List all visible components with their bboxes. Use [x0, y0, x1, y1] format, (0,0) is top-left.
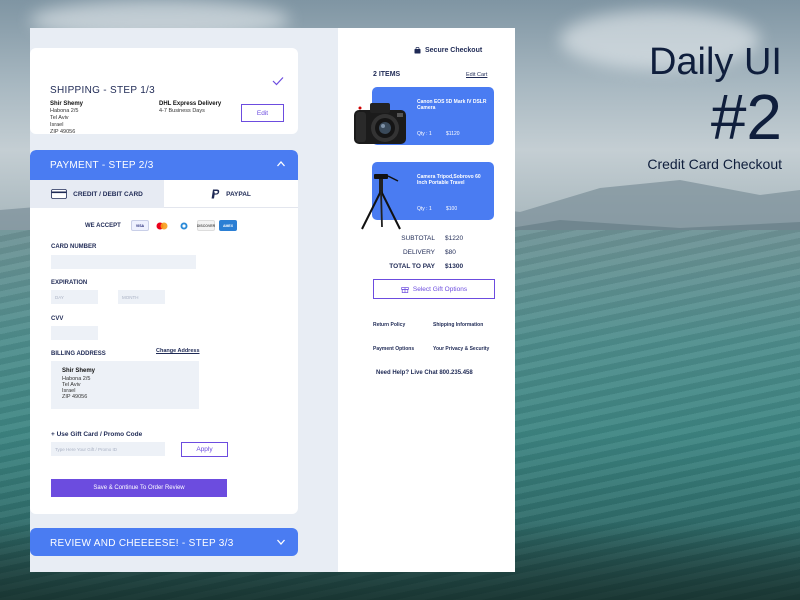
- gift-icon: [401, 287, 409, 293]
- delivery-value: $80: [445, 248, 456, 256]
- item-price: $100: [446, 206, 458, 212]
- cvv-input[interactable]: [51, 326, 98, 340]
- total-label: TOTAL TO PAY: [389, 262, 435, 270]
- review-step-title: REVIEW AND CHEEEESE! - STEP 3/3: [50, 538, 234, 549]
- title-number: #2: [710, 81, 782, 153]
- delivery-row: DELIVERY $80: [374, 245, 494, 259]
- gift-promo-toggle[interactable]: + Use Gift Card / Promo Code: [51, 431, 142, 438]
- save-continue-button[interactable]: Save & Continue To Order Review: [51, 479, 227, 497]
- billing-address-box: Shir Shemy Habona 2/5 Tel Aviv Israel ZI…: [51, 361, 199, 409]
- title-block: Daily UI #2 Credit Card Checkout: [647, 40, 782, 174]
- title-subtitle: Credit Card Checkout: [647, 156, 782, 172]
- checkout-steps-panel: SHIPPING - STEP 1/3 Shir Shemy Habona 2/…: [30, 28, 338, 572]
- return-policy-link[interactable]: Return Policy: [373, 322, 405, 328]
- change-address-link[interactable]: Change Address: [156, 348, 200, 354]
- item-qty: Qty : 1: [417, 131, 432, 137]
- billing-address-label: BILLING ADDRESS: [51, 351, 106, 357]
- title-daily-ui: Daily UI: [648, 41, 782, 83]
- promo-code-input[interactable]: Type Here Your Gift / Promo ID: [51, 442, 165, 456]
- payment-options-link[interactable]: Payment Options: [373, 346, 414, 352]
- secure-checkout: Secure Checkout: [414, 47, 482, 54]
- item-name: Camera Tripod,Sobrovo 60 Inch Portable T…: [417, 174, 481, 186]
- shipping-step-card: SHIPPING - STEP 1/3 Shir Shemy Habona 2/…: [30, 48, 298, 136]
- edit-cart-link[interactable]: Edit Cart: [466, 72, 487, 78]
- apply-promo-button[interactable]: Apply: [181, 442, 228, 457]
- shipping-carrier: DHL Express Delivery: [159, 101, 222, 107]
- shipping-name: Shir Shemy: [50, 101, 84, 107]
- shipping-eta: 4-7 Business Days: [159, 108, 205, 114]
- shipping-method: DHL Express Delivery 4-7 Business Days: [159, 101, 221, 115]
- subtotal-row: SUBTOTAL $1220: [374, 231, 494, 245]
- discover-icon: DISCOVER: [197, 220, 215, 231]
- payment-step-card: PAYMENT - STEP 2/3 CREDIT / DEBIT CARD P…: [30, 150, 298, 514]
- address-line: Tel Aviv: [50, 115, 69, 121]
- subtotal-label: SUBTOTAL: [401, 234, 435, 242]
- expiration-label: EXPIRATION: [51, 280, 88, 286]
- gift-options-label: Select Gift Options: [412, 285, 468, 293]
- tab-label: PAYPAL: [226, 190, 251, 198]
- amex-icon: AMEX: [219, 220, 237, 231]
- address-line: Habona 2/5: [50, 108, 79, 114]
- mastercard-icon: [153, 220, 171, 231]
- payment-step-title: PAYMENT - STEP 2/3: [50, 160, 154, 171]
- address-line: ZIP 49056: [50, 129, 76, 135]
- tab-paypal[interactable]: PAYPAL: [164, 180, 298, 208]
- secure-checkout-label: Secure Checkout: [425, 47, 483, 54]
- tab-label: CREDIT / DEBIT CARD: [73, 190, 143, 198]
- order-summary-panel: Secure Checkout 2 ITEMS Edit Cart Canon …: [338, 28, 515, 572]
- shipping-information-link[interactable]: Shipping Information: [433, 322, 483, 328]
- payment-method-tabs: CREDIT / DEBIT CARD PAYPAL: [30, 180, 298, 208]
- shipping-step-title: SHIPPING - STEP 1/3: [50, 85, 155, 96]
- visa-icon: VISA: [131, 220, 149, 231]
- chevron-down-icon[interactable]: [276, 537, 286, 547]
- subtotal-value: $1220: [445, 234, 464, 242]
- we-accept-label: WE ACCEPT: [85, 223, 121, 229]
- credit-card-icon: [51, 189, 68, 199]
- total-value: $1300: [445, 262, 464, 270]
- item-qty: Qty : 1: [417, 206, 432, 212]
- payment-step-header[interactable]: PAYMENT - STEP 2/3: [30, 150, 298, 180]
- card-number-label: CARD NUMBER: [51, 244, 97, 250]
- paypal-icon: [211, 189, 220, 199]
- item-name: Canon EOS 5D Mark IV DSLR Camera: [417, 99, 487, 111]
- camera-image: [354, 103, 406, 144]
- tripod-image: [361, 174, 401, 230]
- cvv-label: CVV: [51, 316, 64, 322]
- item-price: $1120: [446, 131, 460, 137]
- shipping-address: Shir Shemy Habona 2/5 Tel Aviv Israel ZI…: [50, 101, 83, 136]
- checkmark-icon: [272, 77, 284, 86]
- privacy-security-link[interactable]: Your Privacy & Security: [433, 346, 489, 352]
- live-chat-help[interactable]: Need Help? Live Chat 800.235.458: [376, 370, 473, 376]
- order-totals: SUBTOTAL $1220 DELIVERY $80 TOTAL TO PAY…: [374, 231, 494, 273]
- chevron-up-icon[interactable]: [276, 159, 286, 169]
- total-row: TOTAL TO PAY $1300: [374, 259, 494, 273]
- items-count: 2 ITEMS: [373, 71, 401, 78]
- card-number-input[interactable]: [51, 255, 196, 269]
- diners-icon: [175, 220, 193, 231]
- select-gift-options-button[interactable]: Select Gift Options: [373, 279, 495, 299]
- edit-shipping-button[interactable]: Edit: [241, 104, 284, 122]
- delivery-label: DELIVERY: [402, 248, 435, 256]
- bag-icon: [414, 47, 421, 54]
- expiration-day-input[interactable]: DAY: [51, 290, 98, 304]
- billing-name: Shir Shemy: [62, 368, 96, 374]
- tab-credit-debit-card[interactable]: CREDIT / DEBIT CARD: [30, 180, 164, 208]
- card-brands: VISA DISCOVER AMEX: [131, 220, 237, 231]
- address-line: ZIP 49056: [62, 394, 88, 400]
- address-line: Israel: [50, 122, 64, 128]
- review-step-card[interactable]: REVIEW AND CHEEEESE! - STEP 3/3: [30, 528, 298, 556]
- expiration-month-input[interactable]: MONTH: [118, 290, 165, 304]
